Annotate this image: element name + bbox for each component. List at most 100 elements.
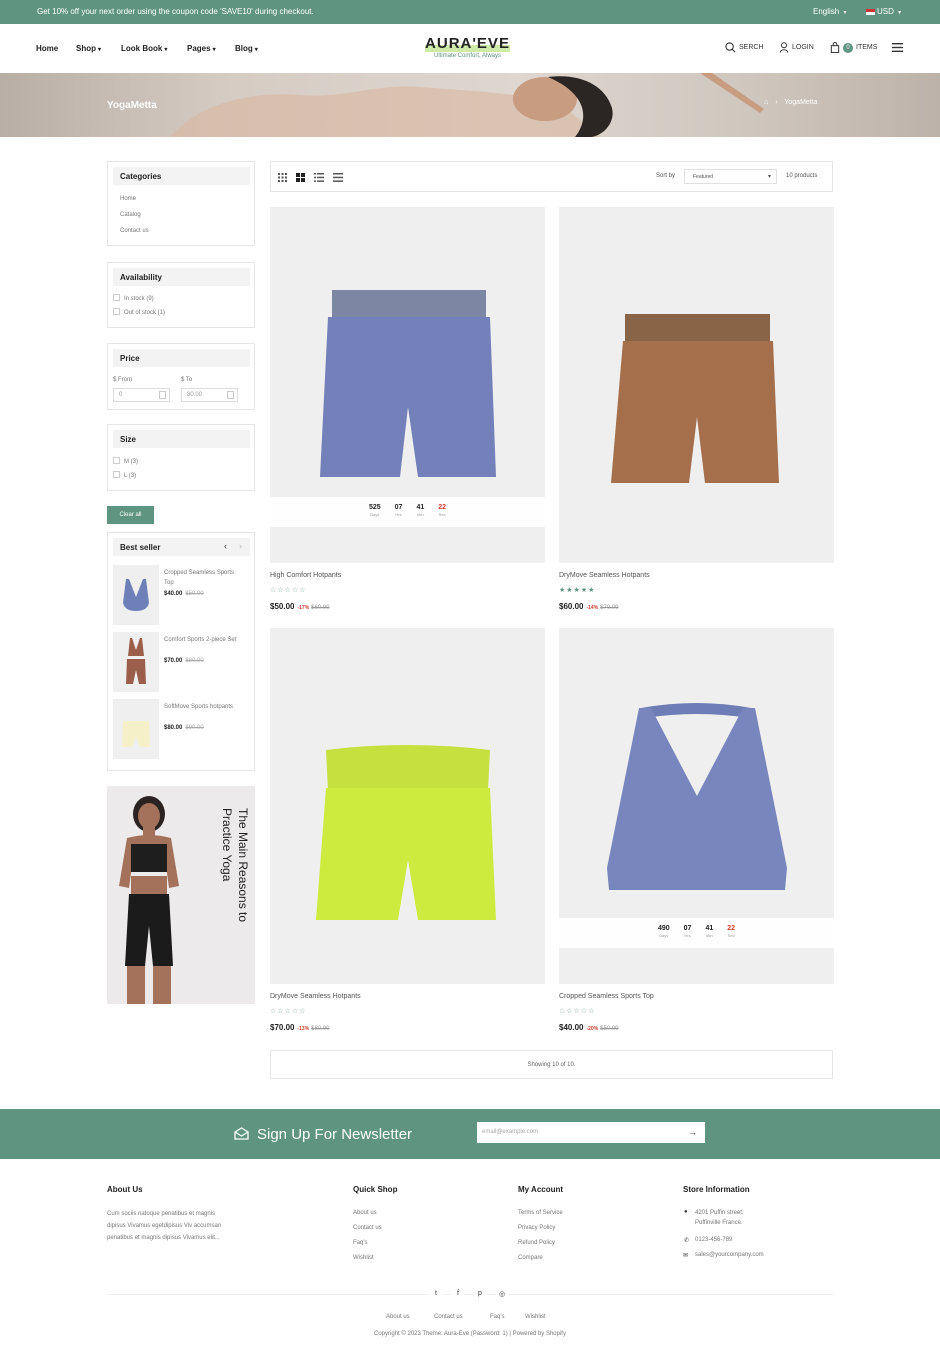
product-name[interactable]: High Comfort Hotpants — [270, 572, 341, 579]
out-of-stock-option[interactable]: Out of stock (1) — [113, 308, 165, 316]
category-link[interactable]: Contact us — [120, 228, 149, 234]
categories-heading: Categories — [113, 167, 250, 185]
product-name[interactable]: Cropped Seamless Sports Top — [559, 993, 654, 1000]
price-current: $50.00 — [270, 602, 295, 611]
grid-4-icon[interactable] — [278, 173, 287, 182]
breadcrumb-current: YogaMetta — [784, 99, 818, 106]
product-thumbnail[interactable] — [113, 632, 159, 692]
nav-pages[interactable]: Pages ▾ — [187, 44, 216, 53]
checkbox[interactable] — [113, 308, 120, 315]
footer-link[interactable]: Refund Policy — [518, 1240, 555, 1246]
option-label: M (3) — [124, 459, 138, 466]
user-icon — [779, 42, 789, 53]
price-to-input[interactable]: 80.00 — [181, 388, 238, 402]
login-button[interactable]: LOGIN — [779, 42, 814, 53]
newsletter-email-input[interactable]: email@example.com → — [477, 1122, 705, 1143]
price-current: $70.00 — [270, 1023, 295, 1032]
checkbox[interactable] — [113, 294, 120, 301]
price-current: $80.00 — [164, 725, 183, 731]
store-email[interactable]: sales@yourcompany.com — [695, 1252, 764, 1258]
price-to-label: $ To — [181, 377, 193, 383]
checkbox[interactable] — [113, 457, 120, 464]
store-phone[interactable]: 0123-456-789 — [695, 1237, 732, 1243]
category-link[interactable]: Home — [120, 196, 136, 202]
product-name[interactable]: Comfort Sports 2-piece Set — [164, 635, 244, 645]
size-option-l[interactable]: L (3) — [113, 471, 136, 479]
best-seller-item[interactable]: Cropped Seamless Sports Top $40.00 $50.00 — [113, 565, 250, 625]
mail-icon — [234, 1127, 249, 1140]
clear-all-button[interactable]: Clear all — [107, 506, 154, 524]
nav-shop[interactable]: Shop ▾ — [76, 44, 101, 53]
email-placeholder: email@example.com — [482, 1129, 539, 1135]
grid-2-icon[interactable] — [296, 173, 305, 182]
footer-link[interactable]: Terms of Service — [518, 1210, 563, 1216]
product-image[interactable] — [270, 628, 545, 984]
checkbox[interactable] — [113, 471, 120, 478]
countdown-timer: 525 Days 07 Hrs 41 Min 22 Sec — [270, 497, 545, 527]
price-from-input[interactable]: 0 — [113, 388, 170, 402]
search-button[interactable]: SERCH — [725, 42, 764, 53]
bottom-link[interactable]: Contact us — [434, 1314, 463, 1320]
product-price: $40.00 -20% $50.00 — [559, 1023, 619, 1032]
product-image[interactable]: 490 Days 07 Hrs 41 Min 22 Sec — [559, 628, 834, 984]
currency-label: USD — [877, 7, 894, 16]
facebook-icon[interactable]: f — [451, 1290, 465, 1302]
product-price: $70.00 $80.00 — [164, 658, 204, 664]
best-seller-item[interactable]: Comfort Sports 2-piece Set $70.00 $80.00 — [113, 632, 250, 692]
instagram-icon[interactable]: ◎ — [495, 1290, 509, 1302]
footer-link[interactable]: Faq's — [353, 1240, 367, 1246]
chevron-right-icon[interactable]: › — [239, 541, 242, 551]
chevron-down-icon: ▾ — [898, 10, 902, 16]
bottom-link[interactable]: Faq's — [490, 1314, 504, 1320]
bottom-link[interactable]: Wishlist — [525, 1314, 546, 1320]
size-option-m[interactable]: M (3) — [113, 457, 138, 466]
product-name[interactable]: DryMove Seamless Hotpants — [270, 993, 361, 1000]
product-image[interactable]: 525 Days 07 Hrs 41 Min 22 Sec — [270, 207, 545, 563]
product-name[interactable]: SoftMove Sports hotpants — [164, 702, 244, 712]
nav-blog[interactable]: Blog ▾ — [235, 44, 258, 53]
rating-stars: ☆☆☆☆☆ — [559, 1008, 596, 1015]
product-name[interactable]: Cropped Seamless Sports Top — [164, 568, 244, 588]
nav-home[interactable]: Home — [36, 44, 58, 53]
list-icon[interactable] — [314, 173, 324, 182]
chevron-down-icon: ▾ — [254, 47, 258, 53]
list-compact-icon[interactable] — [333, 173, 343, 182]
arrow-right-icon[interactable]: → — [688, 1127, 697, 1137]
language-selector[interactable]: English ▾ — [813, 7, 847, 16]
breadcrumb-separator-icon: › — [775, 99, 778, 106]
footer-link[interactable]: About us — [353, 1210, 377, 1216]
best-seller-item[interactable]: SoftMove Sports hotpants $80.00 $90.00 — [113, 699, 250, 759]
currency-selector[interactable]: USD ▾ — [866, 7, 901, 16]
category-link[interactable]: Catalog — [120, 212, 141, 218]
cart-button[interactable]: 0 ITEMS — [830, 42, 877, 53]
timer-minutes: 41 — [416, 504, 425, 511]
footer-link[interactable]: Compare — [518, 1255, 543, 1261]
timer-label: Min — [706, 933, 713, 938]
bottom-link[interactable]: About us — [386, 1314, 410, 1320]
chevron-left-icon[interactable]: ‹ — [224, 541, 227, 551]
footer-link[interactable]: Contact us — [353, 1225, 382, 1231]
twitter-icon[interactable]: t — [429, 1290, 443, 1302]
in-stock-option[interactable]: In stock (9) — [113, 294, 154, 302]
product-thumbnail[interactable] — [113, 565, 159, 625]
product-image[interactable] — [559, 207, 834, 563]
cart-count-badge: 0 — [843, 42, 853, 53]
menu-button[interactable] — [892, 43, 906, 52]
logo[interactable]: AURA'EVE Ultimate Comfort, Always — [420, 35, 515, 59]
stepper-icon[interactable] — [159, 391, 166, 399]
stepper-icon[interactable] — [227, 391, 234, 399]
product-thumbnail[interactable] — [113, 699, 159, 759]
home-icon[interactable]: ⌂ — [764, 99, 768, 106]
nav-label: Pages — [187, 44, 211, 53]
login-label: LOGIN — [792, 44, 814, 51]
product-count: 10 products — [786, 173, 818, 179]
footer-link[interactable]: Wishlist — [353, 1255, 374, 1261]
price-current: $40.00 — [559, 1023, 584, 1032]
pinterest-icon[interactable]: p — [473, 1290, 487, 1302]
nav-look-book[interactable]: Look Book ▾ — [121, 44, 167, 53]
yoga-promo-banner[interactable]: The Main Reasons to Practice Yoga — [107, 786, 255, 1004]
about-text-line: penatibus et magnis dipisus Vivamus elit… — [107, 1235, 220, 1241]
footer-link[interactable]: Privacy Policy — [518, 1225, 555, 1231]
product-name[interactable]: DryMove Seamless Hotpants — [559, 572, 650, 579]
sort-select[interactable]: Featured ▾ — [684, 169, 777, 184]
